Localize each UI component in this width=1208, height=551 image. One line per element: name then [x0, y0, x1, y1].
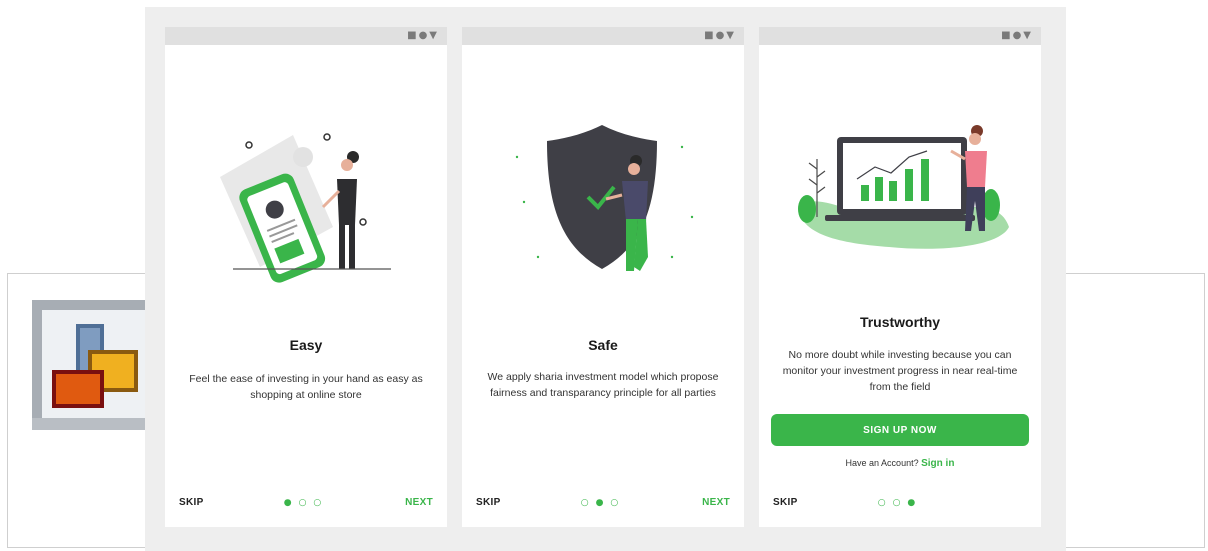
onboarding-stage: ■●▼ Easy Feel the ease of investing in y… [145, 7, 1066, 551]
screen-title: Safe [588, 337, 618, 353]
status-icons: ■●▼ [407, 30, 439, 41]
laptop-chart-person-illustration [798, 125, 1009, 249]
status-bar: ■●▼ [462, 27, 744, 45]
onboarding-screen-easy: ■●▼ Easy Feel the ease of investing in y… [165, 27, 447, 527]
screen-description: We apply sharia investment model which p… [487, 371, 719, 399]
thumbnail-shadow [32, 418, 145, 430]
status-bar: ■●▼ [759, 27, 1041, 45]
phone-document-person-illustration [220, 133, 391, 283]
sign-up-now-button[interactable]: SIGN UP NOW [771, 414, 1029, 446]
status-icons: ■●▼ [704, 30, 736, 41]
sign-in-link[interactable]: Sign in [921, 458, 954, 469]
shield-person-illustration [515, 125, 694, 271]
onboarding-screen-safe: ■●▼ Safe We apply sharia investment mode… [462, 27, 744, 527]
stacked-boxes-icon [52, 324, 138, 408]
screen-title: Trustworthy [859, 314, 941, 330]
screen-title: Easy [289, 337, 323, 353]
screen-description: No more doubt while investing because yo… [782, 349, 1018, 393]
status-icons: ■●▼ [1001, 30, 1033, 41]
have-account-row: Have an Account? Sign in [759, 458, 1041, 469]
page-indicator: ○○● [877, 498, 923, 508]
onboarding-screen-trustworthy: ■●▼ Trustworthy No more doubt while inve… [759, 27, 1041, 527]
app-thumbnail [32, 300, 145, 428]
have-account-text: Have an Account? [845, 458, 919, 468]
next-button[interactable]: NEXT [405, 497, 433, 508]
next-button[interactable]: NEXT [702, 497, 730, 508]
screen-description: Feel the ease of investing in your hand … [189, 373, 423, 401]
status-bar: ■●▼ [165, 27, 447, 45]
